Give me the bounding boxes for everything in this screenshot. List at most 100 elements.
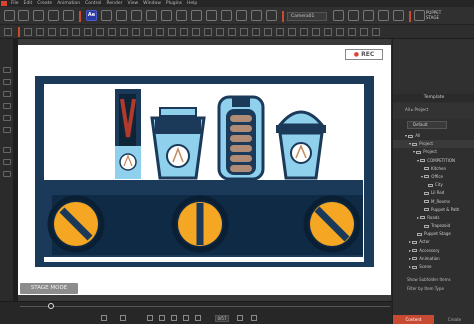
speed-icon[interactable] [237, 315, 243, 321]
tree-item[interactable]: ▸ Scene [393, 263, 474, 271]
tree-item[interactable]: ▾ Project [393, 140, 474, 149]
play-icon[interactable] [147, 315, 153, 321]
tree-item[interactable]: M_Rooms [393, 198, 474, 206]
option-icon[interactable] [264, 28, 272, 36]
select-tool-icon[interactable] [191, 10, 202, 21]
redo-icon[interactable] [131, 10, 142, 21]
loop-icon[interactable] [101, 315, 107, 321]
option-icon[interactable] [216, 28, 224, 36]
content-path[interactable]: All ▸ Project [405, 107, 428, 112]
after-effects-button[interactable]: Ae [86, 10, 97, 21]
frame-input[interactable]: 0/57 [215, 315, 229, 322]
option-icon[interactable] [168, 28, 176, 36]
prev-frame-icon[interactable] [171, 315, 177, 321]
tree-item[interactable]: ▾ COMPETITION [393, 157, 474, 165]
tree-item[interactable]: ▸ Animation [393, 255, 474, 263]
zoom-icon[interactable] [333, 10, 344, 21]
import-icon[interactable] [48, 10, 59, 21]
camera-tool-icon[interactable] [3, 159, 11, 165]
orbit-icon[interactable] [363, 10, 374, 21]
option-icon[interactable] [228, 28, 236, 36]
tree-item[interactable]: City [393, 181, 474, 189]
preview-icon[interactable] [266, 10, 277, 21]
bone-tool-icon[interactable] [3, 79, 11, 85]
option-icon[interactable] [84, 28, 92, 36]
puppet-icon[interactable] [414, 10, 425, 21]
option-icon[interactable] [288, 28, 296, 36]
option-icon[interactable] [336, 28, 344, 36]
stop-icon[interactable] [120, 315, 126, 321]
reset-view-icon[interactable] [378, 10, 389, 21]
tree-item[interactable]: ▾ All [393, 132, 474, 140]
filter-by-type-checkbox[interactable]: Filter by Item Type [393, 284, 474, 293]
flip-tool-icon[interactable] [206, 10, 217, 21]
option-icon[interactable] [312, 28, 320, 36]
puppet-stage-label[interactable]: PUPPET STAGE [426, 10, 454, 22]
next-frame-icon[interactable] [183, 315, 189, 321]
camera-select[interactable]: Camera01 [287, 12, 327, 21]
menu-plugins[interactable]: Plugins [166, 0, 182, 7]
open-project-icon[interactable] [18, 10, 29, 21]
tree-item[interactable]: ▸ Roads [393, 214, 474, 222]
pan-icon[interactable] [348, 10, 359, 21]
option-icon[interactable] [96, 28, 104, 36]
option-icon[interactable] [132, 28, 140, 36]
option-icon[interactable] [192, 28, 200, 36]
transform-tool-icon[interactable] [3, 67, 11, 73]
undo-icon[interactable] [116, 10, 127, 21]
show-subfolder-checkbox[interactable]: Show Subfolder Items [393, 275, 474, 284]
stage-viewport[interactable]: ● REC STAGE MODE [18, 39, 391, 301]
playhead-handle[interactable] [48, 303, 54, 309]
tree-item[interactable]: Trapezoid [393, 222, 474, 230]
tree-item[interactable]: Puppet Stage [393, 230, 474, 238]
grid-icon[interactable] [393, 10, 404, 21]
stage-mode-button[interactable]: STAGE MODE [20, 283, 78, 294]
timeline-track[interactable] [20, 306, 390, 307]
layer-tool-icon[interactable] [221, 10, 232, 21]
menu-edit[interactable]: Edit [24, 0, 33, 7]
menu-animation[interactable]: Animation [57, 0, 80, 7]
option-icon[interactable] [276, 28, 284, 36]
eye-tool-icon[interactable] [3, 115, 11, 121]
option-icon[interactable] [240, 28, 248, 36]
option-icon[interactable] [300, 28, 308, 36]
tab-content[interactable]: Content [393, 315, 434, 324]
volume-icon[interactable] [251, 315, 257, 321]
option-icon[interactable] [156, 28, 164, 36]
rotate-tool-icon[interactable] [161, 10, 172, 21]
camera-icon[interactable] [236, 10, 247, 21]
export-icon[interactable] [63, 10, 74, 21]
motion-tool-icon[interactable] [3, 147, 11, 153]
option-icon[interactable] [48, 28, 56, 36]
option-icon[interactable] [120, 28, 128, 36]
option-icon[interactable] [108, 28, 116, 36]
save-project-icon[interactable] [33, 10, 44, 21]
tree-item[interactable]: ▸ Actor [393, 238, 474, 246]
menu-view[interactable]: View [127, 0, 138, 7]
template-filter-select[interactable]: Default [407, 121, 447, 129]
option-icon[interactable] [180, 28, 188, 36]
new-project-icon[interactable] [4, 10, 15, 21]
go-end-icon[interactable] [195, 315, 201, 321]
tree-item[interactable]: Kitchen [393, 165, 474, 173]
tab-create[interactable]: Create [434, 315, 474, 324]
move-tool-icon[interactable] [146, 10, 157, 21]
menu-render[interactable]: Render [106, 0, 122, 7]
tree-item[interactable]: ▾ Office [393, 173, 474, 181]
tree-item[interactable]: ▾ Project [393, 148, 474, 156]
view-icon[interactable] [251, 10, 262, 21]
path-tool-icon[interactable] [3, 127, 11, 133]
light-tool-icon[interactable] [3, 171, 11, 177]
mask-tool-icon[interactable] [3, 103, 11, 109]
option-icon[interactable] [360, 28, 368, 36]
tree-item[interactable]: Puppet & Path [393, 206, 474, 214]
menu-help[interactable]: Help [187, 0, 197, 7]
scale-tool-icon[interactable] [176, 10, 187, 21]
option-icon[interactable] [252, 28, 260, 36]
menu-window[interactable]: Window [143, 0, 161, 7]
stage-canvas[interactable]: ● REC [18, 45, 391, 295]
option-icon[interactable] [24, 28, 32, 36]
option-icon[interactable] [204, 28, 212, 36]
menu-create[interactable]: Create [37, 0, 52, 7]
render-icon[interactable] [101, 10, 112, 21]
